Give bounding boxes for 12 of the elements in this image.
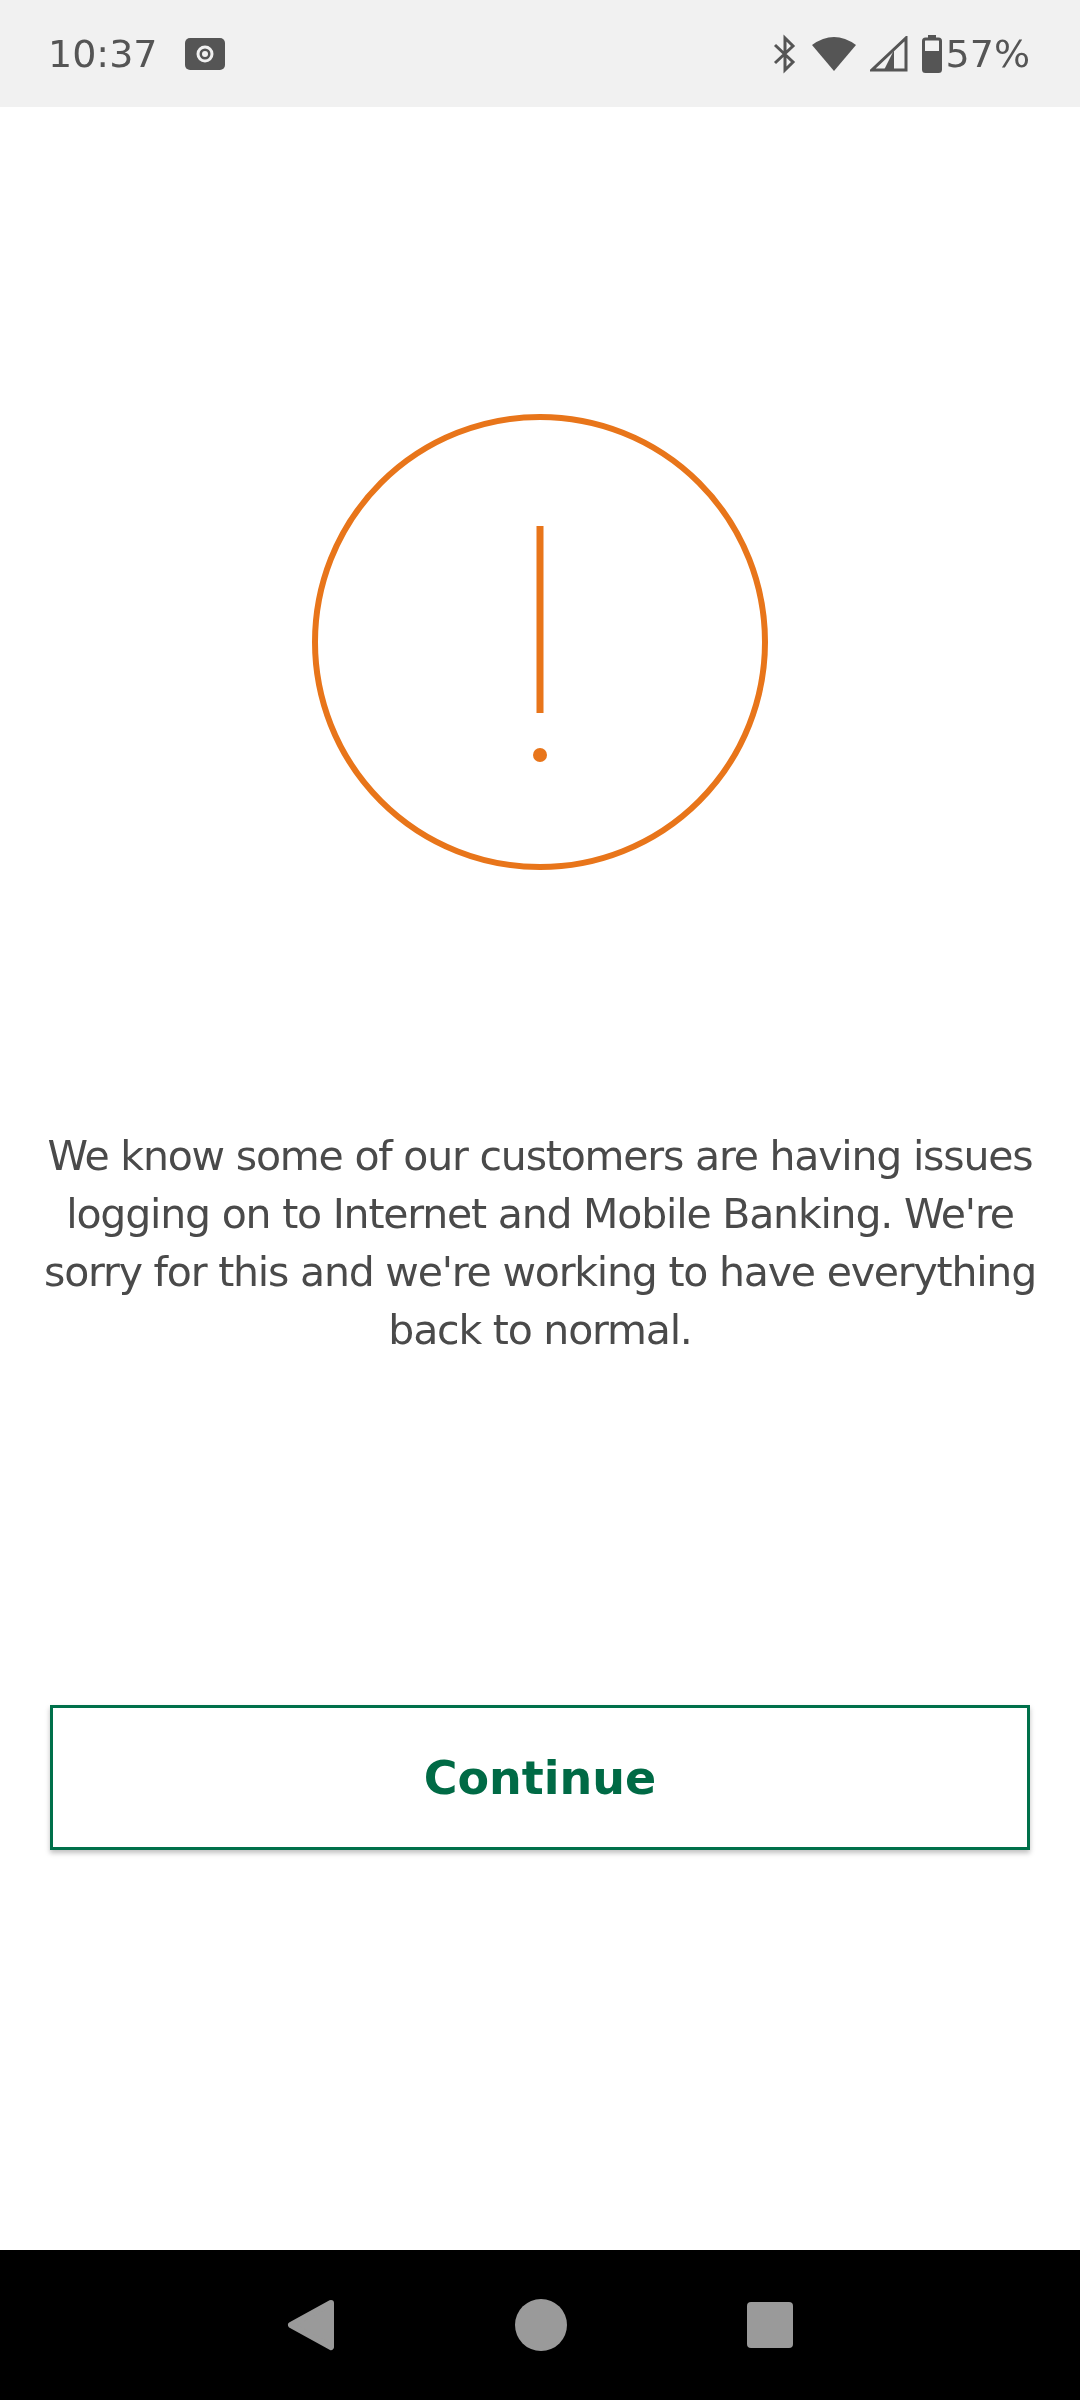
signal-icon: [869, 35, 908, 72]
error-message: We know some of our customers are having issues logging on to Internet and Mobile Banking. We're sorry for this and we're working to have everything back to normal.: [43, 1131, 1037, 1356]
wifi-icon: [811, 36, 856, 71]
warning-icon: [311, 413, 769, 871]
battery-icon: [921, 34, 942, 73]
home-icon[interactable]: [515, 2299, 567, 2351]
back-icon[interactable]: [287, 2299, 335, 2351]
battery-percentage: 57%: [945, 31, 1030, 76]
screen-record-icon: [183, 36, 226, 71]
clock-time: 10:37: [48, 31, 158, 76]
bluetooth-icon: [771, 33, 798, 74]
continue-button[interactable]: Continue: [50, 1705, 1030, 1850]
